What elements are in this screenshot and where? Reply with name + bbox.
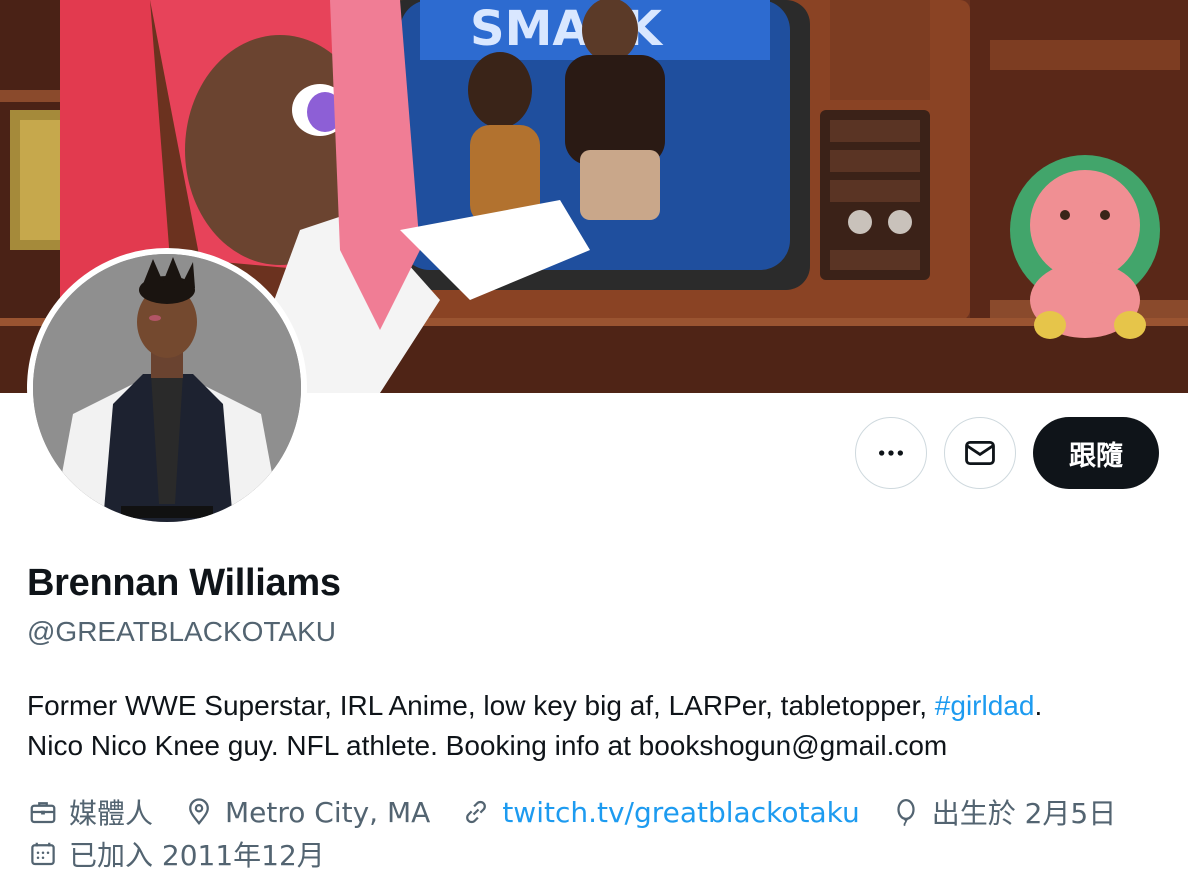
message-button[interactable] [944, 417, 1016, 489]
profile-avatar[interactable] [27, 248, 307, 528]
bio-text: Former WWE Superstar, IRL Anime, low key… [27, 690, 935, 721]
location-pin-icon [183, 796, 215, 828]
display-name: Brennan Williams [27, 562, 341, 604]
profession-text: 媒體人 [69, 797, 154, 830]
joined-text: 已加入 2011年12月 [69, 839, 325, 872]
more-options-button[interactable] [855, 417, 927, 489]
balloon-icon [890, 796, 922, 828]
meta-joined: 已加入 2011年12月 [27, 834, 325, 874]
bio-line-1: Former WWE Superstar, IRL Anime, low key… [27, 686, 1167, 726]
avatar-photo [33, 254, 301, 522]
calendar-icon [27, 838, 59, 870]
hashtag-link[interactable]: #girldad [935, 690, 1035, 721]
profile-bio: Former WWE Superstar, IRL Anime, low key… [27, 686, 1167, 766]
location-text: Metro City, MA [225, 795, 431, 829]
link-icon [460, 796, 492, 828]
follow-button[interactable]: 跟隨 [1033, 417, 1159, 489]
meta-location: Metro City, MA [183, 796, 430, 829]
meta-website[interactable]: twitch.tv/greatblackotaku [460, 796, 860, 829]
profile-meta-joined: 已加入 2011年12月 [27, 834, 355, 874]
briefcase-icon [27, 796, 59, 828]
meta-birthday: 出生於 2月5日 [890, 792, 1117, 832]
envelope-icon [965, 440, 995, 466]
more-icon [879, 450, 903, 456]
bio-text-end: . [1034, 690, 1043, 721]
website-link[interactable]: twitch.tv/greatblackotaku [502, 796, 859, 829]
meta-profession: 媒體人 [27, 792, 153, 832]
profile-meta: 媒體人 Metro City, MA twitch.tv/greatblacko… [27, 792, 1146, 832]
profile-actions: 跟隨 [855, 417, 1159, 489]
bio-line-2: Nico Nico Knee guy. NFL athlete. Booking… [27, 730, 948, 761]
user-handle: @GREATBLACKOTAKU [27, 616, 336, 647]
birthday-text: 出生於 2月5日 [931, 797, 1117, 830]
